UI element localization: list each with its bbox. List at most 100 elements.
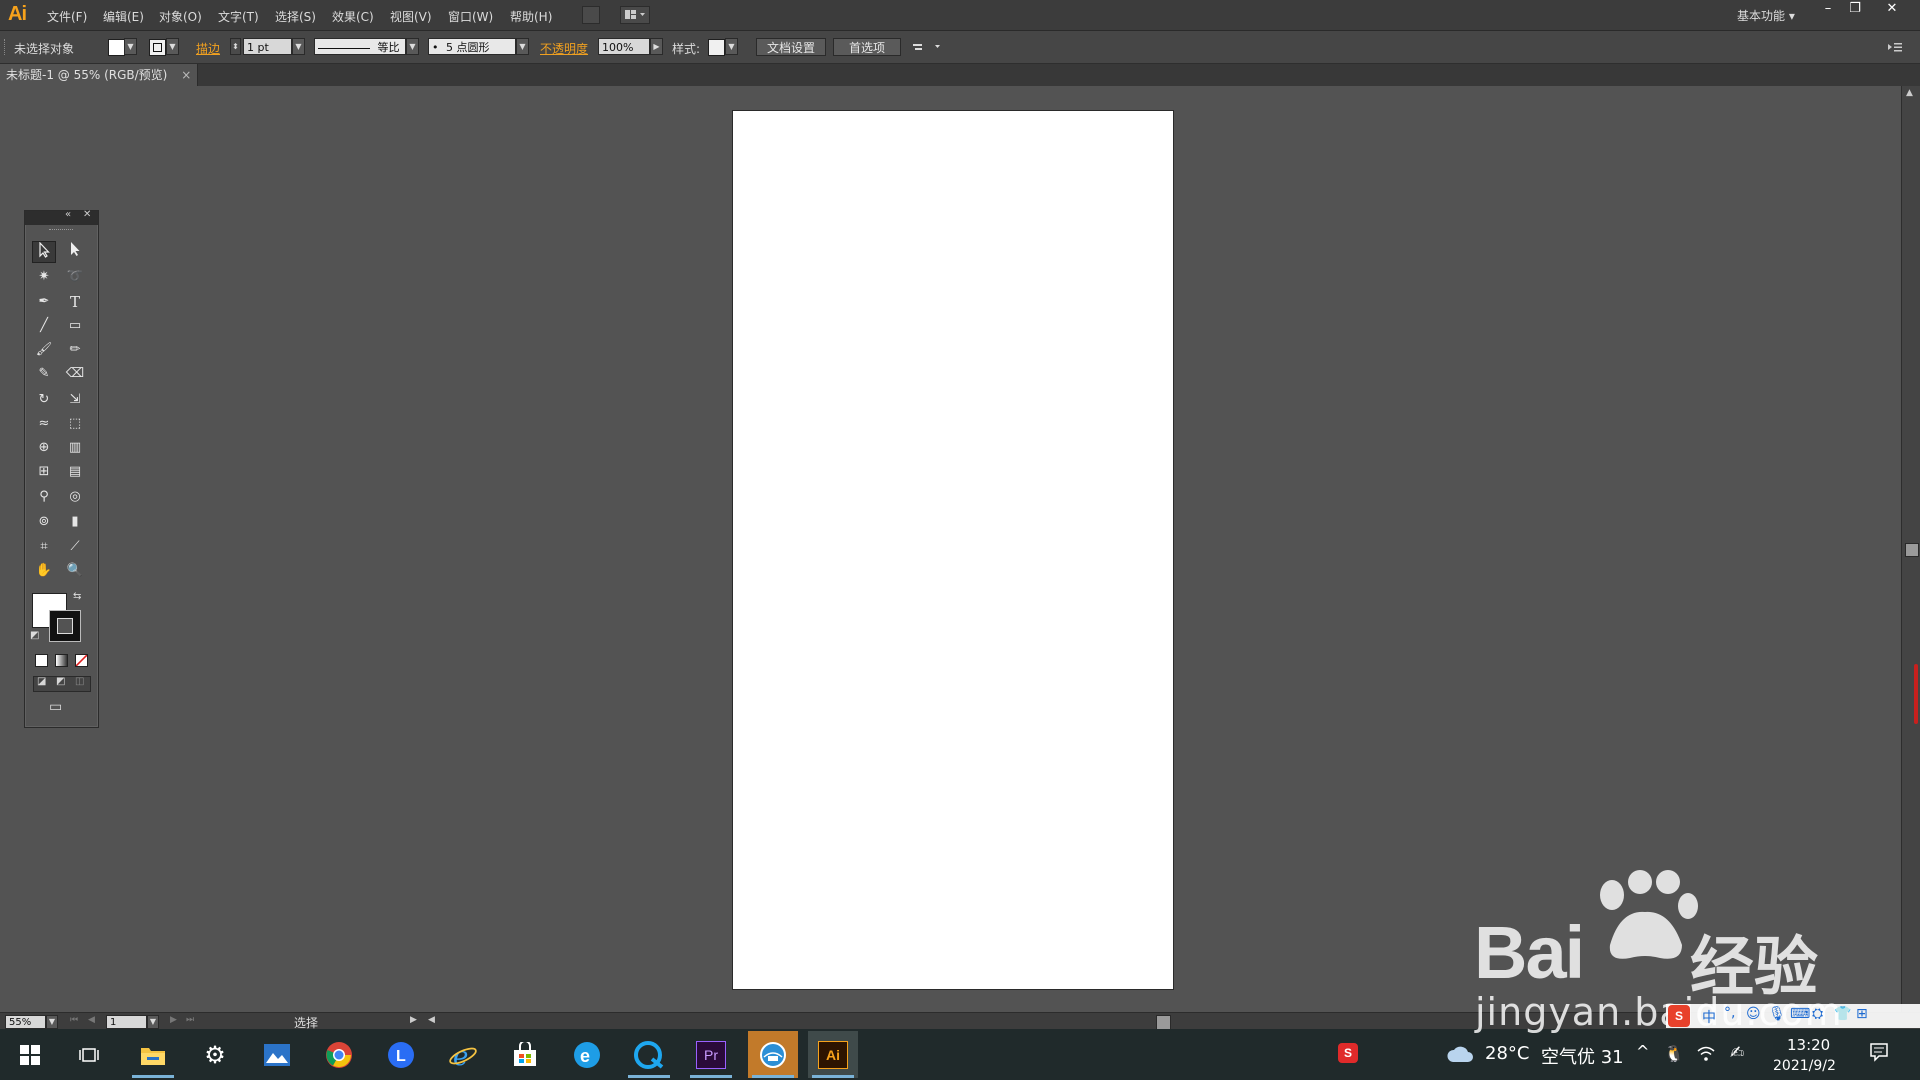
ime-toolbar[interactable]: S 中 °, ☺ 🎙 ⌨ ⛭ 👕 ⊞ bbox=[1666, 1004, 1920, 1028]
minimize-icon[interactable]: – bbox=[1816, 1, 1840, 17]
document-tab-close-button[interactable]: × bbox=[181, 68, 191, 82]
default-colors-icon[interactable]: ◩ bbox=[30, 630, 39, 641]
zoom-field[interactable]: 55% bbox=[5, 1015, 46, 1029]
zoom-dropdown-icon[interactable]: ▼ bbox=[46, 1015, 58, 1029]
air-quality[interactable]: 空气优 31 bbox=[1541, 1043, 1624, 1069]
qq-tray-icon[interactable]: 🐧 bbox=[1664, 1044, 1684, 1063]
menu-type[interactable]: 文字(T) bbox=[218, 8, 259, 25]
direct-selection-tool-icon[interactable] bbox=[63, 241, 87, 263]
artboard-number-field[interactable]: 1 bbox=[106, 1015, 147, 1029]
slice-tool-icon[interactable]: ⟋ bbox=[63, 536, 87, 558]
stroke-weight-field[interactable]: 1 pt bbox=[243, 38, 292, 55]
ime-punctuation-icon[interactable]: °, bbox=[1724, 1005, 1735, 1021]
graphic-style-swatch[interactable] bbox=[708, 39, 725, 56]
menu-window[interactable]: 窗口(W) bbox=[448, 8, 493, 25]
stroke-stepper[interactable]: ⬍ bbox=[230, 38, 241, 55]
stroke-color-box[interactable] bbox=[49, 610, 81, 642]
wifi-icon[interactable] bbox=[1697, 1046, 1715, 1065]
lark-icon[interactable]: L bbox=[376, 1031, 426, 1078]
task-view-icon[interactable] bbox=[64, 1031, 114, 1078]
ime-menu-icon[interactable]: ⊞ bbox=[1856, 1006, 1868, 1022]
menu-view[interactable]: 视图(V) bbox=[390, 8, 432, 25]
fill-dropdown-icon[interactable]: ▼ bbox=[124, 38, 137, 55]
internet-explorer-icon[interactable]: e bbox=[438, 1031, 488, 1078]
none-mode-icon[interactable] bbox=[75, 654, 88, 667]
stroke-weight-dropdown-icon[interactable]: ▼ bbox=[292, 38, 305, 55]
tools-panel-header[interactable]: « ✕ bbox=[25, 209, 98, 225]
hand-tool-icon[interactable]: ✋ bbox=[32, 560, 56, 582]
brush-dropdown-icon[interactable]: ▼ bbox=[516, 38, 529, 55]
arrange-icon[interactable] bbox=[912, 40, 944, 54]
bridge-icon[interactable] bbox=[582, 6, 600, 24]
ime-keyboard-icon[interactable]: ⌨ bbox=[1790, 1006, 1810, 1022]
draw-behind-icon[interactable]: ◩ bbox=[56, 676, 65, 687]
eyedropper-tool-icon[interactable]: ⚲ bbox=[32, 486, 56, 508]
screen-mode-icon[interactable]: ▭ bbox=[49, 699, 62, 715]
artboard-dropdown-icon[interactable]: ▼ bbox=[147, 1015, 159, 1029]
file-explorer-icon[interactable] bbox=[128, 1031, 178, 1078]
opacity-field[interactable]: 100% bbox=[598, 38, 650, 55]
paintbrush-tool-icon[interactable]: 🖌 bbox=[32, 339, 56, 361]
graphic-style-dropdown-icon[interactable]: ▼ bbox=[725, 38, 738, 55]
horizontal-scroll-thumb[interactable] bbox=[1156, 1015, 1171, 1030]
last-artboard-icon[interactable]: ⏭ bbox=[186, 1015, 194, 1025]
show-hidden-icons-chevron-icon[interactable]: ^ bbox=[1636, 1042, 1649, 1061]
shape-builder-tool-icon[interactable]: ⊕ bbox=[32, 437, 56, 459]
stroke-label[interactable]: 描边 bbox=[196, 40, 220, 57]
ime-skin-icon[interactable]: 👕 bbox=[1834, 1006, 1851, 1022]
stroke-dropdown-icon[interactable]: ▼ bbox=[166, 38, 179, 55]
sogou-input-icon[interactable]: S bbox=[1338, 1043, 1358, 1063]
stroke-swatch[interactable] bbox=[149, 39, 166, 56]
lasso-tool-icon[interactable]: ➰ bbox=[63, 266, 87, 288]
weather-temperature[interactable]: 28°C bbox=[1485, 1043, 1529, 1064]
draw-inside-icon[interactable]: ◫ bbox=[75, 676, 84, 687]
drawing-modes[interactable]: ◪ ◩ ◫ bbox=[33, 676, 91, 692]
arrange-documents-icon[interactable] bbox=[620, 6, 650, 24]
menu-select[interactable]: 选择(S) bbox=[275, 8, 316, 25]
ime-voice-icon[interactable]: 🎙 bbox=[1768, 1006, 1786, 1022]
line-tool-icon[interactable]: ╱ bbox=[32, 315, 56, 337]
document-tab[interactable]: 未标题-1 @ 55% (RGB/预览) × bbox=[0, 64, 199, 86]
next-artboard-icon[interactable]: ▶ bbox=[170, 1015, 177, 1025]
rectangle-tool-icon[interactable]: ▭ bbox=[63, 315, 87, 337]
preferences-button[interactable]: 首选项 bbox=[833, 38, 901, 56]
collapse-icon[interactable]: « bbox=[65, 209, 71, 220]
gradient-tool-icon[interactable]: ▤ bbox=[63, 461, 87, 483]
fill-swatch[interactable] bbox=[108, 39, 125, 56]
previous-artboard-icon[interactable]: ◀ bbox=[88, 1015, 95, 1025]
menu-object[interactable]: 对象(O) bbox=[159, 8, 202, 25]
clock-date[interactable]: 2021/9/2 bbox=[1773, 1058, 1836, 1074]
microsoft-store-icon[interactable] bbox=[500, 1031, 550, 1078]
opacity-dropdown-icon[interactable]: ▶ bbox=[650, 38, 663, 55]
browser-e-icon[interactable]: e bbox=[562, 1031, 612, 1078]
artboard-tool-icon[interactable]: ⌗ bbox=[32, 536, 56, 558]
panel-grip[interactable] bbox=[4, 39, 7, 55]
menu-file[interactable]: 文件(F) bbox=[47, 8, 87, 25]
eraser-tool-icon[interactable]: ⌫ bbox=[63, 363, 87, 385]
blend-tool-icon[interactable]: ◎ bbox=[63, 486, 87, 508]
app-globe-icon[interactable] bbox=[748, 1031, 798, 1078]
menu-effect[interactable]: 效果(C) bbox=[332, 8, 374, 25]
swap-colors-icon[interactable]: ⇆ bbox=[73, 591, 81, 602]
scroll-up-icon[interactable]: ▲ bbox=[1906, 88, 1913, 98]
premiere-icon[interactable]: Pr bbox=[686, 1031, 736, 1078]
document-setup-button[interactable]: 文档设置 bbox=[756, 38, 826, 56]
brush-definition[interactable]: • 5 点圆形 bbox=[428, 38, 516, 55]
pen-tool-icon[interactable]: ✒ bbox=[32, 291, 56, 313]
selection-tool-icon[interactable] bbox=[32, 241, 56, 263]
column-graph-tool-icon[interactable]: ▮ bbox=[63, 511, 87, 533]
ime-tools-icon[interactable]: ⛭ bbox=[1812, 1006, 1823, 1022]
color-mode-icon[interactable] bbox=[35, 654, 48, 667]
type-tool-icon[interactable]: T bbox=[63, 291, 87, 313]
artboard[interactable] bbox=[732, 110, 1174, 990]
variable-width-profile[interactable]: 等比 bbox=[314, 38, 406, 55]
width-tool-icon[interactable]: ≈ bbox=[32, 413, 56, 435]
ime-emoji-icon[interactable]: ☺ bbox=[1746, 1006, 1761, 1022]
cloud-weather-icon[interactable] bbox=[1446, 1044, 1474, 1067]
clock-time[interactable]: 13:20 bbox=[1787, 1036, 1830, 1054]
pen-input-icon[interactable]: ✍ bbox=[1730, 1043, 1744, 1063]
ime-chinese-mode-icon[interactable]: 中 bbox=[1702, 1007, 1716, 1027]
qq-browser-icon[interactable] bbox=[624, 1031, 674, 1078]
blob-brush-tool-icon[interactable]: ✎ bbox=[32, 363, 56, 385]
stroke-profile-dropdown-icon[interactable]: ▼ bbox=[406, 38, 419, 55]
